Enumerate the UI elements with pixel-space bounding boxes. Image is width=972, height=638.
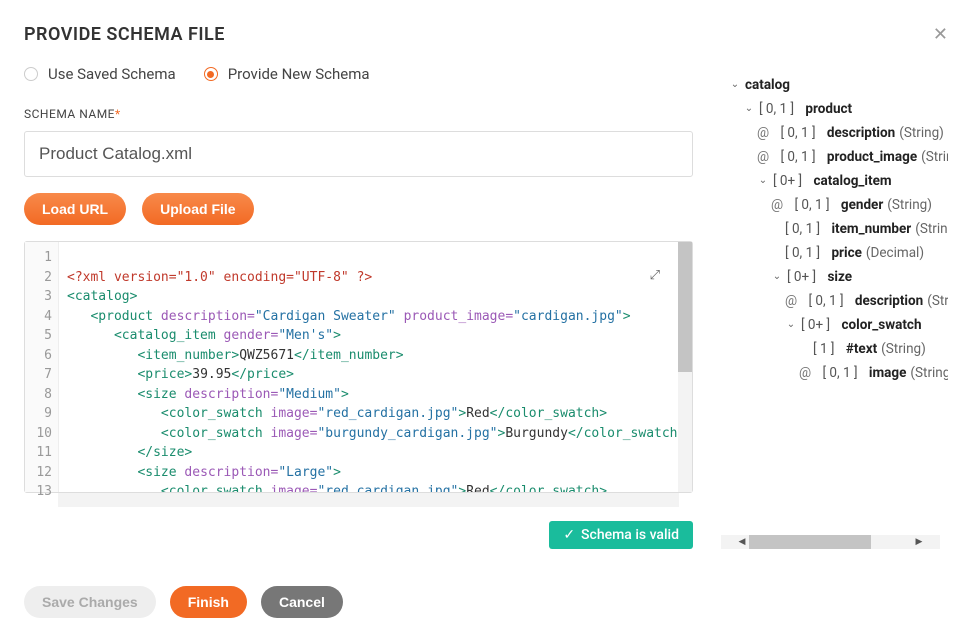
- tree-node[interactable]: [ 0, 1 ] price (Decimal): [729, 241, 948, 265]
- schema-name-input[interactable]: [24, 131, 693, 177]
- schema-name-label: SCHEMA NAME*: [24, 107, 693, 121]
- tree-node[interactable]: ⌄[ 0+ ] catalog_item: [729, 169, 948, 193]
- expand-icon[interactable]: ⤢: [650, 266, 660, 286]
- attribute-icon: @: [799, 361, 811, 385]
- attribute-icon: @: [757, 121, 769, 145]
- cancel-button[interactable]: Cancel: [261, 586, 343, 618]
- check-icon: ✓: [563, 527, 575, 543]
- finish-button[interactable]: Finish: [170, 586, 247, 618]
- tree-node[interactable]: @ [ 0, 1 ] description (String): [729, 289, 948, 313]
- code-editor[interactable]: 12345678910111213 <?xml version="1.0" en…: [24, 241, 693, 493]
- chevron-down-icon[interactable]: ⌄: [785, 313, 797, 337]
- radio-icon: [204, 67, 218, 81]
- close-icon[interactable]: ✕: [933, 24, 948, 45]
- tree-node[interactable]: ⌄[ 0+ ] size: [729, 265, 948, 289]
- tree-node[interactable]: @ [ 0, 1 ] product_image (String: [729, 145, 948, 169]
- left-panel: Use Saved Schema Provide New Schema SCHE…: [24, 65, 693, 549]
- footer-buttons: Save Changes Finish Cancel: [24, 586, 343, 618]
- vertical-scrollbar[interactable]: [678, 242, 692, 492]
- chevron-down-icon[interactable]: ⌄: [743, 97, 755, 121]
- attribute-icon: @: [785, 289, 797, 313]
- valid-text: Schema is valid: [581, 527, 679, 543]
- radio-label: Provide New Schema: [228, 65, 370, 83]
- radio-icon: [24, 67, 38, 81]
- tree-node[interactable]: ⌄catalog: [729, 73, 948, 97]
- chevron-down-icon[interactable]: ⌄: [729, 73, 741, 97]
- chevron-down-icon[interactable]: ⌄: [771, 265, 783, 289]
- scroll-right-icon[interactable]: ▶: [912, 535, 926, 549]
- save-changes-button[interactable]: Save Changes: [24, 586, 156, 618]
- schema-tree[interactable]: ⌄catalog ⌄[ 0, 1 ] product @ [ 0, 1 ] de…: [713, 73, 948, 493]
- schema-tree-panel: ⌄catalog ⌄[ 0, 1 ] product @ [ 0, 1 ] de…: [713, 65, 948, 549]
- tree-node[interactable]: [ 1 ] #text (String): [729, 337, 948, 361]
- tree-node[interactable]: @ [ 0, 1 ] gender (String): [729, 193, 948, 217]
- schema-valid-badge: ✓ Schema is valid: [549, 521, 693, 549]
- attribute-icon: @: [757, 145, 769, 169]
- radio-provide-new[interactable]: Provide New Schema: [204, 65, 370, 83]
- chevron-down-icon[interactable]: ⌄: [757, 169, 769, 193]
- radio-use-saved[interactable]: Use Saved Schema: [24, 65, 176, 83]
- tree-node[interactable]: ⌄[ 0+ ] color_swatch: [729, 313, 948, 337]
- horizontal-scrollbar[interactable]: [58, 493, 679, 507]
- load-url-button[interactable]: Load URL: [24, 193, 126, 225]
- dialog-title: PROVIDE SCHEMA FILE: [24, 24, 225, 45]
- tree-horizontal-scrollbar[interactable]: ◀ ▶: [721, 535, 940, 549]
- tree-node[interactable]: @ [ 0, 1 ] description (String): [729, 121, 948, 145]
- schema-source-radio-group: Use Saved Schema Provide New Schema: [24, 65, 693, 83]
- code-line: <catalog>: [67, 289, 137, 304]
- tree-node[interactable]: [ 0, 1 ] item_number (String): [729, 217, 948, 241]
- code-line: <?xml version="1.0" encoding="UTF-8" ?>: [67, 270, 372, 285]
- radio-label: Use Saved Schema: [48, 65, 176, 83]
- upload-file-button[interactable]: Upload File: [142, 193, 253, 225]
- scroll-left-icon[interactable]: ◀: [735, 535, 749, 549]
- tree-node[interactable]: @ [ 0, 1 ] image (String): [729, 361, 948, 385]
- tree-node[interactable]: ⌄[ 0, 1 ] product: [729, 97, 948, 121]
- attribute-icon: @: [771, 193, 783, 217]
- line-gutter: 12345678910111213: [25, 242, 59, 492]
- code-body[interactable]: <?xml version="1.0" encoding="UTF-8" ?> …: [59, 242, 678, 492]
